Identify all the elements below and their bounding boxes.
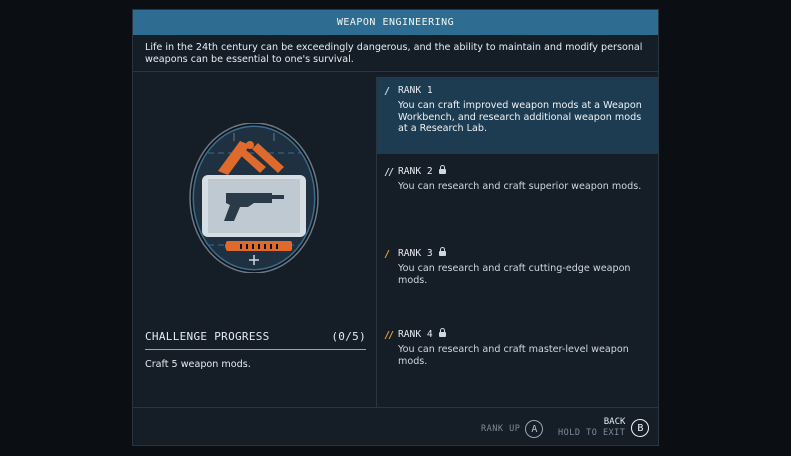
rank-description: You can research and craft master-level … xyxy=(398,344,629,367)
rank-tier-bars-icon: // xyxy=(384,167,394,178)
skill-body: CHALLENGE PROGRESS (0/5) Craft 5 weapon … xyxy=(133,77,658,407)
rank-description: You can research and craft cutting-edge … xyxy=(398,263,631,286)
lock-icon xyxy=(438,247,446,257)
challenge-progress-label: CHALLENGE PROGRESS xyxy=(145,330,270,343)
rank-tier-bars-icon: / xyxy=(384,86,390,97)
back-label: BACK xyxy=(603,417,626,427)
skill-description: Life in the 24th century can be exceedin… xyxy=(133,35,658,72)
rank-list: / RANK 1 You can craft improved weapon m… xyxy=(377,77,658,407)
rank-4-item[interactable]: // RANK 4 You can research and craft mas… xyxy=(377,321,658,375)
rank-tier-bars-icon: / xyxy=(384,249,390,260)
skill-panel: WEAPON ENGINEERING Life in the 24th cent… xyxy=(132,9,659,446)
rank-label: RANK 3 xyxy=(398,248,433,259)
rank-label: RANK 2 xyxy=(398,166,433,177)
challenge-progress-header: CHALLENGE PROGRESS (0/5) xyxy=(145,330,366,350)
skill-title-bar: WEAPON ENGINEERING xyxy=(133,10,658,35)
rank-1-item[interactable]: / RANK 1 You can craft improved weapon m… xyxy=(377,77,658,154)
rank-up-label: RANK UP xyxy=(481,424,521,434)
skill-left-column: CHALLENGE PROGRESS (0/5) Craft 5 weapon … xyxy=(133,77,377,407)
rank-3-item[interactable]: / RANK 3 You can research and craft cutt… xyxy=(377,240,658,294)
lock-icon xyxy=(438,328,446,338)
rank-description: You can craft improved weapon mods at a … xyxy=(398,100,642,134)
rank-up-button[interactable]: RANK UP A xyxy=(481,420,544,438)
back-button[interactable]: BACK HOLD TO EXIT B xyxy=(558,417,650,439)
lock-icon xyxy=(438,165,446,175)
rank-tier-bars-icon: // xyxy=(384,330,394,341)
skill-title: WEAPON ENGINEERING xyxy=(336,17,455,28)
footer-bar: RANK UP A BACK HOLD TO EXIT B xyxy=(133,407,658,446)
rank-label: RANK 1 xyxy=(398,85,433,96)
b-button-icon: B xyxy=(631,419,650,437)
weapon-workbench-badge-icon xyxy=(189,123,319,273)
challenge-progress-count: (0/5) xyxy=(331,330,366,343)
challenge-description: Craft 5 weapon mods. xyxy=(145,359,251,370)
rank-2-item[interactable]: // RANK 2 You can research and craft sup… xyxy=(377,158,658,201)
rank-label: RANK 4 xyxy=(398,329,433,340)
a-button-icon: A xyxy=(525,420,544,438)
rank-description: You can research and craft superior weap… xyxy=(398,181,642,192)
hold-to-exit-label: HOLD TO EXIT xyxy=(558,428,626,438)
